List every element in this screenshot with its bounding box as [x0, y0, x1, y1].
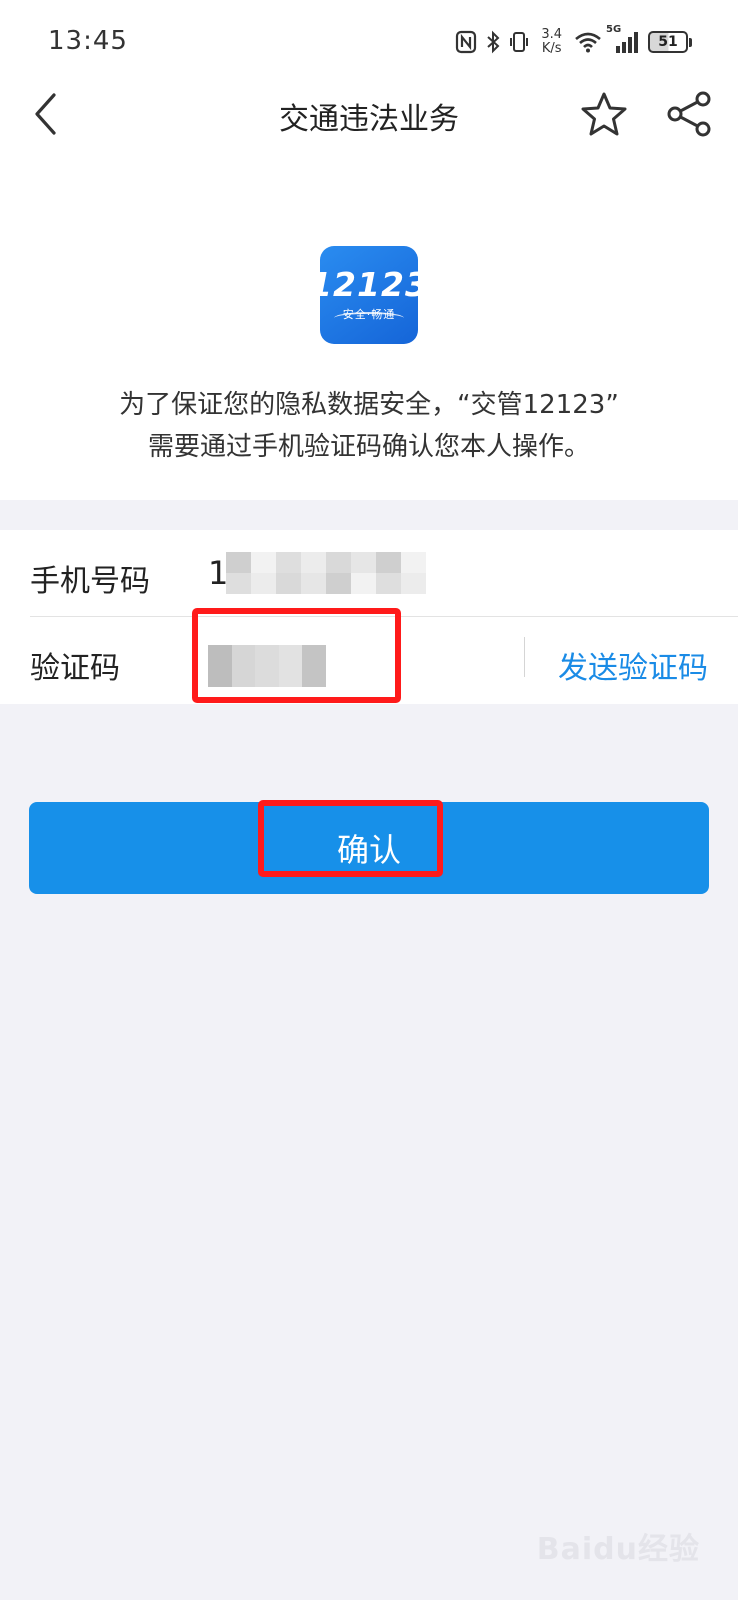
- mosaic-cell: [351, 573, 376, 594]
- mosaic-cell: [326, 573, 351, 594]
- signal-icon: 5G: [606, 24, 640, 55]
- mosaic-cell: [401, 573, 426, 594]
- mosaic-cell: [326, 552, 351, 573]
- phone-label: 手机号码: [30, 564, 150, 599]
- nfc-icon: [455, 30, 477, 54]
- app-logo: 12123 安全·畅通: [309, 246, 428, 344]
- bluetooth-icon: [485, 30, 501, 54]
- wifi-icon: [574, 31, 602, 53]
- battery-tip: [689, 37, 692, 47]
- mosaic-cell: [301, 573, 326, 594]
- mosaic-cell: [251, 552, 276, 573]
- mosaic-cell: [251, 573, 276, 594]
- net-speed-value: 3.4: [541, 27, 562, 42]
- share-button[interactable]: [664, 90, 716, 138]
- mosaic-cell: [276, 573, 301, 594]
- logo-swoosh: [334, 312, 404, 324]
- mosaic-cell: [226, 573, 251, 594]
- mosaic-cell: [276, 552, 301, 573]
- status-bar: 13:45 3.4 K/s 5G 51: [0, 0, 738, 84]
- star-icon: [581, 92, 627, 136]
- battery-level: 51: [648, 31, 688, 53]
- status-icons: 3.4 K/s 5G 51: [455, 24, 692, 60]
- annotation-box-code: [192, 608, 401, 703]
- code-label: 验证码: [30, 651, 120, 686]
- net-speed: 3.4 K/s: [541, 28, 562, 56]
- annotation-box-confirm: [258, 800, 443, 877]
- mosaic-cell: [401, 552, 426, 573]
- code-divider: [524, 637, 525, 677]
- favorite-button[interactable]: [578, 90, 630, 138]
- mosaic-cell: [351, 552, 376, 573]
- nav-bar: 交通违法业务: [0, 84, 738, 144]
- battery-icon: 51: [648, 31, 692, 53]
- mosaic-cell: [376, 573, 401, 594]
- share-icon: [667, 91, 711, 137]
- logo-number: 12123: [309, 265, 429, 304]
- phone-row: 手机号码 1: [30, 530, 738, 617]
- mosaic-cell: [226, 552, 251, 573]
- mosaic-cell: [301, 552, 326, 573]
- watermark: Baidu经验: [536, 1532, 700, 1567]
- send-code-button[interactable]: 发送验证码: [558, 643, 708, 687]
- status-time: 13:45: [48, 26, 128, 56]
- vibrate-icon: [509, 30, 529, 54]
- phone-number-redacted: [226, 552, 426, 594]
- network-type-label: 5G: [606, 24, 622, 35]
- mosaic-cell: [376, 552, 401, 573]
- intro-line-1: 为了保证您的隐私数据安全，“交管12123”: [119, 390, 619, 420]
- intro-text: 为了保证您的隐私数据安全，“交管12123” 需要通过手机验证码确认您本人操作。: [40, 384, 698, 468]
- intro-line-2: 需要通过手机验证码确认您本人操作。: [147, 432, 590, 462]
- net-speed-unit: K/s: [541, 41, 562, 56]
